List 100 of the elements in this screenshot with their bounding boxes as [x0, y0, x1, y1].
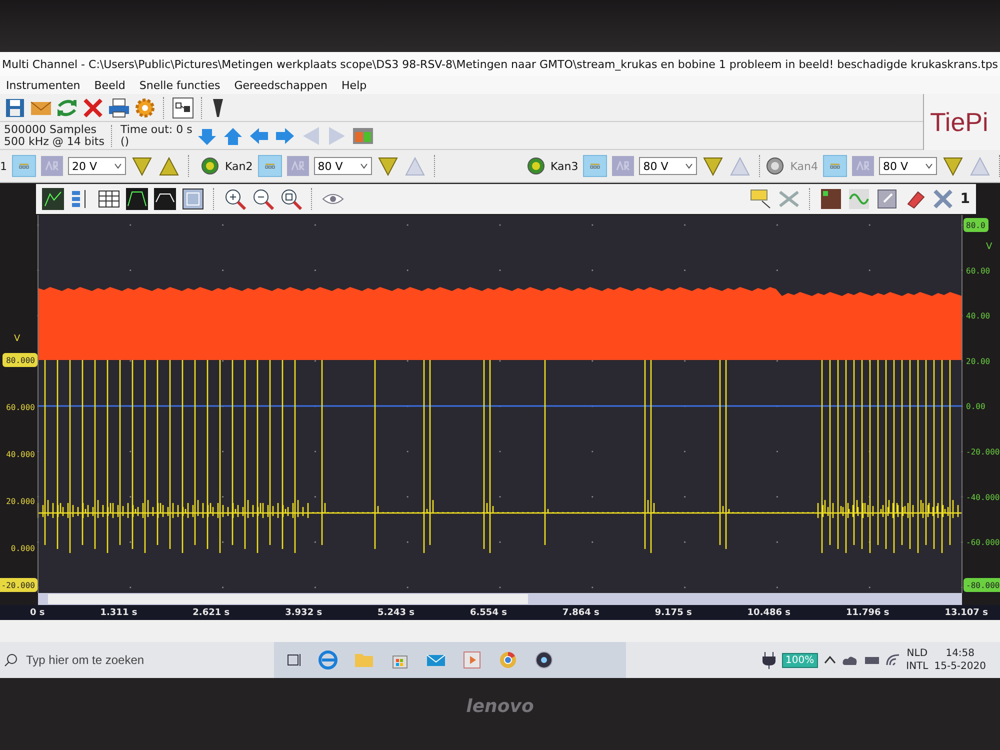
- trigger-rising-icon[interactable]: [158, 155, 180, 177]
- axis-marker[interactable]: 80.000: [2, 353, 38, 367]
- time-axis-label: 10.486 s: [747, 608, 791, 618]
- axis-unit: V: [986, 242, 992, 252]
- time-axis-label: 2.621 s: [192, 608, 230, 618]
- zoom-frame-icon[interactable]: [182, 188, 204, 210]
- channel-label: Kan4: [790, 160, 818, 172]
- coupling-icon: [590, 161, 600, 171]
- range-dropdown[interactable]: 20 V: [68, 157, 126, 175]
- ar-glyph-icon: [290, 161, 305, 171]
- close-icon[interactable]: [82, 96, 104, 118]
- axis-label: -60.000: [966, 538, 1000, 548]
- axis-label: 60.000: [6, 403, 35, 412]
- range-dropdown[interactable]: 80 V: [639, 157, 698, 175]
- wifi-icon[interactable]: [886, 654, 900, 666]
- dropdown-caret-icon[interactable]: [925, 163, 933, 169]
- browser-e-icon[interactable]: [318, 650, 338, 670]
- dropdown-caret-icon[interactable]: [114, 163, 122, 169]
- media-player-icon[interactable]: [462, 650, 482, 670]
- axis-label: -20.000: [966, 448, 1000, 456]
- probe-icon[interactable]: [210, 96, 226, 118]
- dropdown-caret-icon[interactable]: [685, 163, 694, 169]
- range-dropdown[interactable]: 80 V: [879, 157, 937, 175]
- axis-label: 0.00: [966, 402, 986, 412]
- waveform-flat-icon[interactable]: [154, 188, 176, 210]
- time-axis-label: 3.932 s: [285, 608, 322, 618]
- task-view-icon[interactable]: [286, 652, 302, 668]
- channel-label: Kan3: [550, 160, 578, 172]
- zoom-out-icon[interactable]: [252, 188, 274, 210]
- menu-item[interactable]: Beeld: [94, 78, 126, 92]
- range-dropdown[interactable]: 80 V: [314, 157, 372, 175]
- chevron-up-icon[interactable]: [824, 655, 836, 665]
- sine-wave-icon[interactable]: [848, 188, 870, 210]
- axis-marker[interactable]: -80.000: [964, 578, 1000, 592]
- printer-icon[interactable]: [108, 96, 130, 118]
- axis-label: 60.00: [966, 266, 990, 276]
- time-axis-label: 1.311 s: [100, 608, 138, 618]
- time-axis-label: 5.243 s: [378, 608, 415, 618]
- window-count-text: 1: [960, 191, 970, 207]
- timeout-text: Time out: 0 s: [120, 124, 192, 136]
- app-circle-icon[interactable]: [534, 650, 554, 670]
- trigger-falling-icon[interactable]: [702, 155, 724, 177]
- ar-glyph-icon: [616, 161, 630, 171]
- time-axis-label: 6.554 s: [470, 608, 507, 618]
- cloud-icon[interactable]: [842, 654, 858, 666]
- close-icon[interactable]: [932, 188, 954, 210]
- channel-circle-icon[interactable]: [526, 156, 546, 176]
- axis-marker[interactable]: 80.0: [964, 218, 988, 232]
- trigger-falling-icon[interactable]: [942, 155, 964, 177]
- time-axis-label: 9.175 s: [654, 608, 692, 618]
- menu-item[interactable]: Help: [342, 78, 367, 92]
- time-axis-label: 13.107 s: [944, 608, 988, 618]
- ar-glyph-icon: [45, 161, 59, 171]
- channel-circle-icon[interactable]: [200, 156, 220, 176]
- menu-item[interactable]: Gereedschappen: [234, 78, 328, 92]
- axis-unit: V: [14, 334, 20, 344]
- bezel-brand-text: lenovo: [466, 696, 534, 718]
- trigger-falling-icon[interactable]: [131, 155, 153, 177]
- dropdown-caret-icon[interactable]: [360, 163, 368, 169]
- waveform-rise-icon[interactable]: [126, 188, 148, 210]
- zoom-fit-icon[interactable]: [280, 188, 302, 210]
- clock-time[interactable]: 14:58: [946, 647, 975, 660]
- language-indicator[interactable]: NLD: [906, 647, 928, 660]
- samples-text: 500000 Samples: [4, 124, 98, 136]
- axis-label: 20.00: [966, 356, 990, 366]
- axis-label: -40.000: [966, 492, 1000, 502]
- power-plug-icon[interactable]: [762, 651, 776, 669]
- axis-label: 0.000: [10, 544, 35, 553]
- chart-icon[interactable]: [42, 188, 64, 210]
- resize-icon[interactable]: [876, 188, 898, 210]
- settings-icon[interactable]: [134, 96, 156, 118]
- ar-glyph-icon: [856, 161, 870, 171]
- search-field[interactable]: Typ hier om te zoeken: [24, 652, 248, 668]
- table-icon[interactable]: [98, 188, 120, 210]
- scrollbar[interactable]: [38, 593, 962, 605]
- channel-label: 1: [0, 160, 7, 172]
- menu-item[interactable]: Snelle functies: [139, 78, 220, 92]
- axis-marker[interactable]: -20.000: [0, 578, 38, 592]
- comment-icon[interactable]: [750, 188, 772, 210]
- trigger-falling-icon[interactable]: [376, 155, 399, 177]
- network-icon[interactable]: [864, 654, 880, 666]
- diagram-icon[interactable]: [172, 96, 194, 118]
- sample-rate-text: 500 kHz @ 14 bits: [4, 136, 104, 148]
- zoom-in-icon[interactable]: [224, 188, 246, 210]
- scrollbar-thumb[interactable]: [48, 594, 528, 604]
- clock-date[interactable]: 15-5-2020: [934, 660, 986, 673]
- color-square-icon[interactable]: [820, 188, 842, 210]
- search-icon: [4, 653, 18, 667]
- menu-item[interactable]: Instrumenten: [6, 78, 80, 92]
- axis-label: 40.00: [966, 312, 990, 321]
- coupling-icon: [19, 161, 29, 171]
- window-title: Multi Channel - C:\Users\Public\Pictures\Metingen werkplaats scope\DS3 98-RSV-8\Metingen naar GMTO\stream_krukas en bobine 1 probleem in beeld! beschadigde krukaskrans.tps: [2, 58, 998, 70]
- tiepie-logo: TiePi: [923, 94, 1000, 150]
- coupling-button[interactable]: [258, 155, 282, 177]
- coupling-icon: [830, 161, 840, 171]
- keyboard-layout-indicator[interactable]: INTL: [906, 660, 928, 673]
- channel-label: Kan2: [225, 160, 253, 172]
- battery-indicator: 100%: [782, 652, 818, 668]
- coupling-button[interactable]: [583, 155, 608, 177]
- channel-circle-icon[interactable]: [765, 156, 786, 176]
